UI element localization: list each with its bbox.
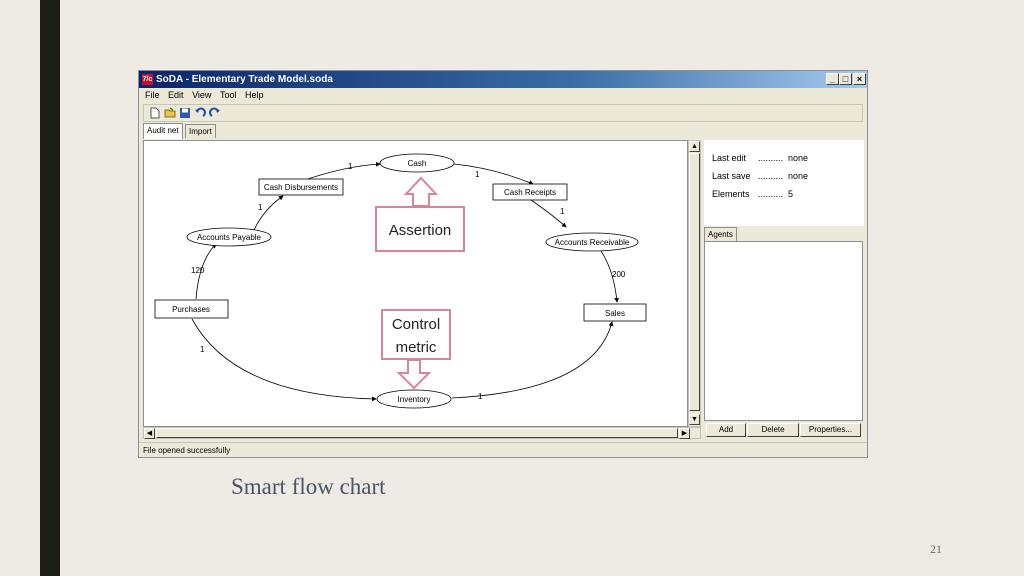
node-label: Sales <box>605 309 625 318</box>
properties-button[interactable]: Properties... <box>800 423 861 437</box>
node-sales[interactable]: Sales <box>583 303 647 322</box>
info-dots: .......... <box>758 189 784 199</box>
edge-label: 1 <box>475 170 480 179</box>
new-file-icon[interactable] <box>149 107 161 119</box>
scroll-left-icon[interactable]: ◀ <box>144 428 155 439</box>
scroll-down-icon[interactable]: ▼ <box>689 414 700 425</box>
control-metric-label-line1: Control <box>392 316 440 333</box>
node-label: Accounts Receivable <box>555 238 630 247</box>
assertion-label: Assertion <box>389 222 452 239</box>
node-cash-receipts[interactable]: Cash Receipts <box>492 183 568 201</box>
down-arrow-icon <box>396 359 432 390</box>
save-icon[interactable] <box>179 107 191 119</box>
node-cash-disbursements[interactable]: Cash Disbursements <box>258 178 344 196</box>
slide-accent-bar <box>40 0 60 576</box>
node-label: Purchases <box>172 305 210 314</box>
agents-list[interactable] <box>704 241 863 421</box>
edge-label: 1 <box>200 345 205 354</box>
tab-import[interactable]: Import <box>185 124 216 138</box>
node-accounts-receivable[interactable]: Accounts Receivable <box>545 232 639 252</box>
edge-inventory-to-sales <box>451 321 614 399</box>
node-accounts-payable[interactable]: Accounts Payable <box>186 227 272 247</box>
soda-app-icon: 7/c <box>142 74 153 85</box>
vertical-scroll-thumb[interactable] <box>689 153 700 411</box>
node-label: Accounts Payable <box>197 233 262 242</box>
menu-tool[interactable]: Tool <box>220 90 237 100</box>
edge-label: 1 <box>258 203 263 212</box>
up-arrow-icon <box>403 176 439 207</box>
edge-ap-to-cd <box>253 195 284 231</box>
menu-edit[interactable]: Edit <box>168 90 184 100</box>
slide-page-number: 21 <box>930 542 942 556</box>
app-window: 7/c SoDA - Elementary Trade Model.soda _… <box>138 70 868 458</box>
info-label: Elements <box>712 189 750 199</box>
assertion-callout: Assertion <box>375 176 465 252</box>
menu-bar: File Edit View Tool Help <box>139 88 867 103</box>
menu-file[interactable]: File <box>145 90 160 100</box>
add-button[interactable]: Add <box>706 423 746 437</box>
node-purchases[interactable]: Purchases <box>154 299 229 319</box>
redo-icon[interactable] <box>209 107 221 119</box>
node-inventory[interactable]: Inventory <box>376 389 452 409</box>
info-label: Last edit <box>712 153 747 163</box>
info-dots: .......... <box>758 153 784 163</box>
edge-label: 200 <box>612 270 626 279</box>
info-value: 5 <box>788 189 794 199</box>
info-value: none <box>788 153 809 163</box>
canvas-vertical-scrollbar[interactable]: ▲ ▼ <box>688 140 701 427</box>
close-button[interactable]: × <box>853 73 866 85</box>
open-folder-icon[interactable] <box>164 107 176 119</box>
audit-net-diagram: 1 1 1 1 120 200 1 1 Cash Cash Disburseme… <box>154 153 647 409</box>
menu-view[interactable]: View <box>192 90 211 100</box>
edge-label: 120 <box>191 266 205 275</box>
undo-icon[interactable] <box>194 107 206 119</box>
diagram-canvas[interactable]: 1 1 1 1 120 200 1 1 Cash Cash Disburseme… <box>143 140 688 427</box>
info-panel: Last edit .......... none Last save ....… <box>704 140 864 226</box>
tab-agents[interactable]: Agents <box>704 227 737 241</box>
node-cash[interactable]: Cash <box>379 153 455 173</box>
info-value: none <box>788 171 809 181</box>
tab-audit-net[interactable]: Audit net <box>143 123 183 139</box>
menu-help[interactable]: Help <box>245 90 264 100</box>
info-dots: .......... <box>758 171 784 181</box>
scroll-up-icon[interactable]: ▲ <box>689 141 700 152</box>
info-label: Last save <box>712 171 751 181</box>
minimize-button[interactable]: _ <box>826 73 839 85</box>
edge-purchases-to-inventory <box>191 318 377 402</box>
edge-cash-to-cr <box>453 163 534 185</box>
slide-caption: Smart flow chart <box>231 474 386 499</box>
node-label: Cash Receipts <box>504 188 556 197</box>
control-metric-label-line2: metric <box>396 339 437 356</box>
status-bar: File opened successfully <box>139 442 867 458</box>
window-title: SoDA - Elementary Trade Model.soda <box>156 74 333 85</box>
maximize-button[interactable]: □ <box>839 73 852 85</box>
edge-label: 1 <box>560 207 565 216</box>
toolbar <box>143 104 863 122</box>
title-bar[interactable]: 7/c SoDA - Elementary Trade Model.soda _… <box>139 71 867 88</box>
scroll-right-icon[interactable]: ▶ <box>679 428 690 439</box>
edge-label: 1 <box>478 392 483 401</box>
canvas-horizontal-scrollbar[interactable]: ◀ ▶ <box>143 427 701 439</box>
node-label: Inventory <box>398 395 431 404</box>
edge-label: 1 <box>348 162 353 171</box>
node-label: Cash Disbursements <box>264 183 338 192</box>
delete-button[interactable]: Delete <box>747 423 799 437</box>
node-label: Cash <box>408 159 427 168</box>
horizontal-scroll-thumb[interactable] <box>156 428 678 438</box>
control-metric-callout: Control metric <box>381 309 451 390</box>
